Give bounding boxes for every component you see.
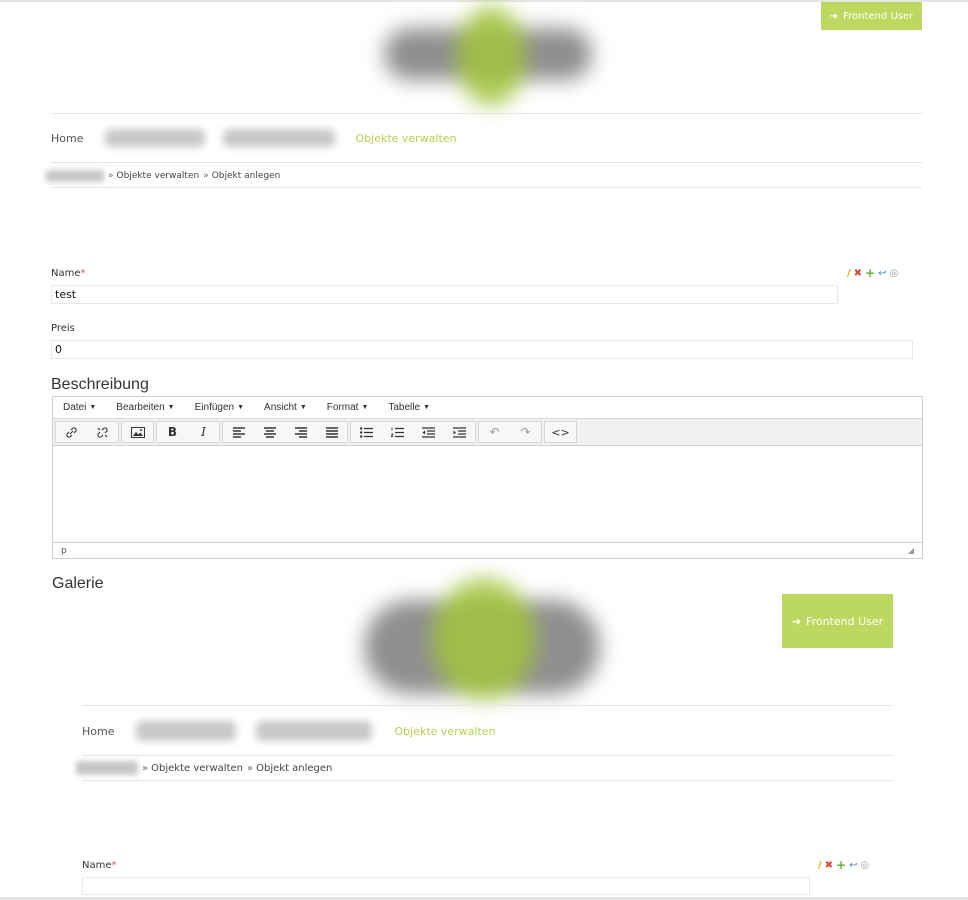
move-icon[interactable]: ↩	[849, 860, 857, 871]
nav-objekte-verwalten[interactable]: Objekte verwalten	[355, 132, 456, 145]
gallery-nav-blurred-1[interactable]	[136, 721, 237, 741]
caret-down-icon: ▼	[299, 404, 307, 411]
x-icon[interactable]: ✖	[854, 268, 862, 279]
gallery-row-actions: / ✖ + ↩ ◎	[818, 858, 869, 872]
menu-format[interactable]: Format ▼	[317, 402, 379, 413]
breadcrumb-objekt-anlegen: Objekt anlegen	[211, 171, 281, 181]
gallery-breadcrumb-blurred[interactable]	[76, 761, 138, 775]
sign-in-icon: ➜	[791, 614, 802, 628]
breadcrumb-home-blurred[interactable]	[46, 170, 104, 182]
editor-content-area[interactable]	[53, 446, 922, 542]
eye-icon[interactable]: ◎	[861, 860, 870, 871]
menu-einfuegen[interactable]: Einfügen ▼	[185, 402, 254, 413]
site-logo[interactable]	[372, 4, 604, 110]
header-divider	[51, 113, 922, 114]
nav-divider	[51, 162, 922, 163]
align-center-icon[interactable]	[254, 422, 285, 442]
frontend-user-label: Frontend User	[843, 10, 914, 22]
gallery-frontend-user-label: Frontend User	[806, 614, 884, 628]
gallery-header-divider	[82, 705, 893, 706]
numbered-list-icon[interactable]	[382, 422, 413, 442]
gallery-breadcrumb-objekt-anlegen: Objekt anlegen	[256, 762, 333, 774]
bullet-list-icon[interactable]	[351, 422, 382, 442]
breadcrumb-objekte-verwalten[interactable]: Objekte verwalten	[117, 171, 200, 181]
name-label: Name*	[51, 268, 86, 279]
image-icon[interactable]	[122, 422, 153, 442]
name-input[interactable]: test	[51, 285, 838, 304]
history-group: ↶ ↷	[478, 421, 542, 443]
italic-icon[interactable]: I	[188, 422, 219, 442]
unlink-icon[interactable]	[87, 422, 118, 442]
nav-item-blurred-1[interactable]	[105, 129, 206, 147]
caret-down-icon: ▼	[361, 404, 369, 411]
align-group	[222, 421, 348, 443]
caret-down-icon: ▼	[89, 404, 97, 411]
align-left-icon[interactable]	[223, 422, 254, 442]
gallery-title: Galerie	[52, 575, 104, 592]
undo-icon[interactable]: ↶	[479, 422, 510, 442]
outdent-icon[interactable]	[413, 422, 444, 442]
menu-bearbeiten[interactable]: Bearbeiten ▼	[106, 402, 184, 413]
gallery-name-input[interactable]	[82, 877, 810, 895]
element-path[interactable]: p	[61, 546, 67, 556]
bold-icon[interactable]: B	[157, 422, 188, 442]
rich-text-editor: Datei ▼ Bearbeiten ▼ Einfügen ▼ Ansicht ▼ Fo…	[52, 396, 923, 559]
caret-down-icon: ▼	[167, 404, 175, 411]
indent-icon[interactable]	[444, 422, 475, 442]
nav-item-blurred-2[interactable]	[223, 129, 336, 147]
gallery-nav-blurred-2[interactable]	[256, 721, 373, 741]
align-right-icon[interactable]	[285, 422, 316, 442]
gallery-name-label: Name*	[82, 860, 117, 871]
gallery-frontend-user-button[interactable]: ➜ Frontend User	[782, 594, 893, 648]
link-group	[55, 421, 119, 443]
plus-icon[interactable]: +	[865, 266, 875, 280]
editor-menubar: Datei ▼ Bearbeiten ▼ Einfügen ▼ Ansicht ▼ Fo…	[53, 397, 922, 419]
link-icon[interactable]	[56, 422, 87, 442]
gallery-nav-divider	[82, 755, 893, 756]
price-label: Preis	[51, 323, 75, 334]
redo-icon[interactable]: ↷	[510, 422, 541, 442]
caret-down-icon: ▼	[237, 404, 245, 411]
eye-icon[interactable]: ◎	[890, 268, 899, 279]
editor-toolbar: B I ↶ ↷ <>	[53, 419, 922, 446]
menu-tabelle[interactable]: Tabelle ▼	[378, 402, 440, 413]
plus-icon[interactable]: +	[836, 858, 846, 872]
resize-handle-icon[interactable]: ◢	[908, 546, 914, 555]
sign-in-icon: ➜	[829, 10, 839, 22]
price-input[interactable]: 0	[51, 340, 913, 359]
gallery-breadcrumb-objekte-verwalten[interactable]: Objekte verwalten	[151, 763, 243, 774]
x-icon[interactable]: ✖	[825, 860, 833, 871]
move-icon[interactable]: ↩	[878, 268, 886, 279]
menu-ansicht[interactable]: Ansicht ▼	[254, 402, 317, 413]
source-code-icon[interactable]: <>	[545, 422, 576, 442]
menu-datei[interactable]: Datei ▼	[53, 402, 106, 413]
format-group: B I	[156, 421, 220, 443]
breadcrumb: » Objekte verwalten » Objekt anlegen	[46, 169, 280, 183]
gallery-nav-home[interactable]: Home	[82, 725, 114, 738]
editor-statusbar: p ◢	[53, 542, 922, 558]
nav-home[interactable]: Home	[51, 132, 83, 145]
pencil-icon[interactable]: /	[847, 268, 851, 279]
caret-down-icon: ▼	[423, 404, 431, 411]
gallery-breadcrumb-divider	[82, 780, 893, 781]
gallery-nav: Home Objekte verwalten	[82, 721, 496, 741]
gallery-nav-objekte-verwalten[interactable]: Objekte verwalten	[394, 725, 495, 738]
main-nav: Home Objekte verwalten	[51, 129, 457, 147]
row-actions: / ✖ + ↩ ◎	[847, 266, 898, 280]
list-group	[350, 421, 476, 443]
description-title: Beschreibung	[51, 376, 149, 393]
breadcrumb-divider	[51, 187, 922, 188]
align-justify-icon[interactable]	[316, 422, 347, 442]
gallery-breadcrumb: » Objekte verwalten » Objekt anlegen	[76, 761, 332, 775]
pencil-icon[interactable]: /	[818, 860, 822, 871]
image-group	[121, 421, 154, 443]
gallery-logo	[356, 578, 604, 702]
frontend-user-button[interactable]: ➜ Frontend User	[821, 2, 922, 30]
code-group: <>	[544, 421, 577, 443]
